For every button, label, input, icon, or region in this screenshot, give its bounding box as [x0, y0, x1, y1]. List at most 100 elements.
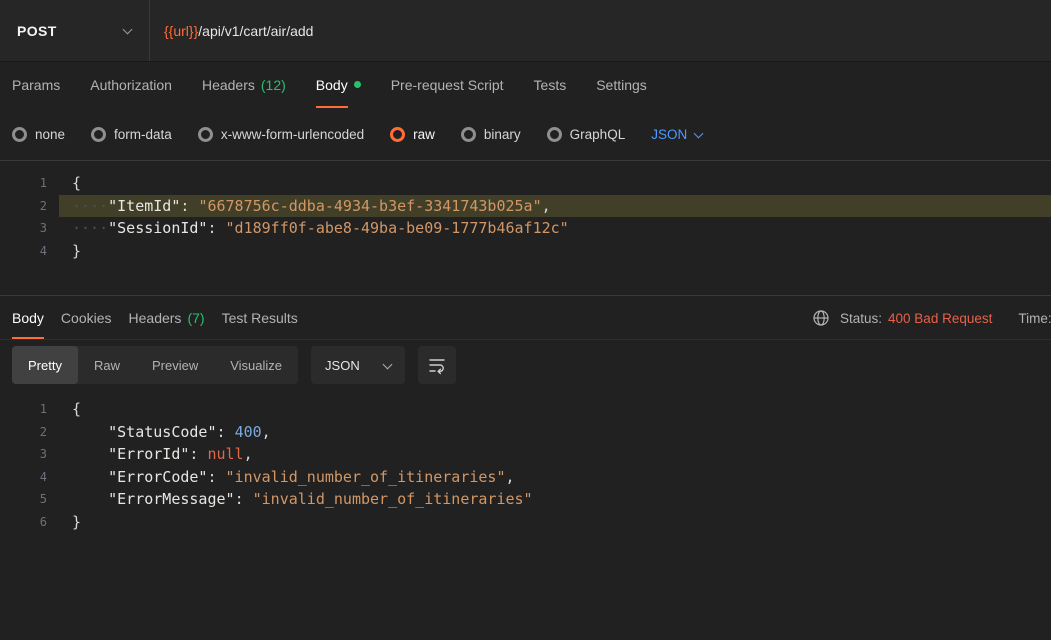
code-line[interactable]: 4} — [0, 240, 1051, 263]
view-pretty-button[interactable]: Pretty — [12, 346, 78, 384]
body-type-raw[interactable]: raw — [390, 126, 435, 142]
code-text: } — [72, 512, 82, 531]
radio-icon — [546, 126, 562, 142]
chevron-down-icon — [122, 24, 133, 34]
tab-label: Body — [12, 309, 44, 326]
tab-label: Tests — [533, 77, 567, 93]
radio-label: form-data — [114, 126, 172, 142]
code-line[interactable]: 1{ — [0, 398, 1051, 421]
response-tabs: Body Cookies Headers (7) Test Results St… — [0, 296, 1051, 340]
tab-label: Headers — [128, 309, 182, 326]
code-text: ···· "ItemId": "6678756c-ddba-4934-b3ef-3… — [59, 194, 1051, 217]
view-label: Raw — [93, 357, 120, 373]
request-url-bar: POST {{url}}/api/v1/cart/air/add — [0, 0, 1051, 62]
url-path: /api/v1/cart/air/add — [198, 22, 314, 39]
radio-label: GraphQL — [569, 126, 626, 142]
view-raw-button[interactable]: Raw — [78, 346, 136, 384]
wrap-lines-icon — [427, 355, 447, 375]
radio-icon — [91, 126, 107, 142]
tab-pre-request-script[interactable]: Pre-request Script — [391, 62, 504, 108]
tab-settings[interactable]: Settings — [596, 62, 647, 108]
tab-label: Test Results — [221, 309, 298, 326]
body-type-form-data[interactable]: form-data — [91, 126, 172, 142]
tab-authorization[interactable]: Authorization — [90, 62, 172, 108]
raw-language-dropdown[interactable]: JSON — [651, 126, 704, 142]
tab-params[interactable]: Params — [12, 62, 60, 108]
code-line[interactable]: 2 ···· "ItemId": "6678756c-ddba-4934-b3ef-… — [0, 194, 1051, 217]
code-line[interactable]: 3 "ErrorId": null, — [0, 443, 1051, 466]
response-meta: Status: 400 Bad Request Time: — [812, 296, 1051, 340]
tab-label: Settings — [596, 77, 647, 93]
response-body-viewer[interactable]: 1{2 "StatusCode": 400, 3 "ErrorId": null,… — [0, 388, 1051, 533]
response-language-dropdown[interactable]: JSON — [311, 346, 405, 384]
tab-label: Pre-request Script — [390, 77, 504, 93]
chevron-down-icon — [693, 128, 704, 138]
body-type-none[interactable]: none — [12, 126, 66, 142]
line-number: 4 — [39, 469, 47, 484]
modified-indicator-dot — [353, 80, 361, 88]
tab-label: Params — [12, 77, 61, 93]
code-text: ···· "SessionId": "d189ff0f-abe8-49ba-be0… — [72, 219, 569, 238]
view-label: Pretty — [28, 357, 62, 373]
code-line[interactable]: 2 "StatusCode": 400, — [0, 421, 1051, 444]
line-number: 5 — [39, 492, 47, 507]
body-type-x-www-form-urlencoded[interactable]: x-www-form-urlencoded — [197, 126, 364, 142]
code-text: } — [72, 241, 82, 260]
body-type-graphql[interactable]: GraphQL — [546, 126, 626, 142]
raw-language-label: JSON — [651, 126, 688, 142]
url-input[interactable]: {{url}}/api/v1/cart/air/add — [150, 0, 1051, 61]
headers-count-badge: (12) — [260, 77, 286, 93]
code-text: { — [72, 174, 82, 193]
radio-icon-selected — [390, 126, 406, 142]
tab-headers[interactable]: Headers (12) — [202, 62, 286, 108]
code-text: { — [72, 400, 82, 419]
response-view-switcher: Pretty Raw Preview Visualize — [12, 346, 299, 384]
headers-count-badge: (7) — [187, 309, 205, 326]
time-label: Time: — [1018, 310, 1051, 326]
line-number: 3 — [39, 447, 47, 462]
chevron-down-icon — [382, 359, 393, 369]
code-text: "StatusCode": 400, — [108, 422, 271, 441]
body-type-binary[interactable]: binary — [460, 126, 521, 142]
view-label: Visualize — [230, 357, 283, 373]
response-tab-body[interactable]: Body — [12, 296, 44, 339]
code-line[interactable]: 6} — [0, 511, 1051, 534]
url-variable: {{url}} — [164, 22, 199, 39]
tab-label: Headers — [201, 77, 255, 93]
response-tab-test-results[interactable]: Test Results — [222, 296, 298, 339]
tab-label: Cookies — [60, 309, 112, 326]
tab-tests[interactable]: Tests — [534, 62, 567, 108]
view-label: Preview — [151, 357, 199, 373]
code-line[interactable]: 1{ — [0, 172, 1051, 195]
body-type-selector: none form-data x-www-form-urlencoded raw… — [0, 108, 1051, 160]
radio-label: none — [35, 126, 66, 142]
method-dropdown[interactable]: POST — [0, 0, 150, 61]
line-number: 1 — [39, 176, 47, 191]
view-preview-button[interactable]: Preview — [136, 346, 214, 384]
response-tab-headers[interactable]: Headers (7) — [129, 296, 205, 339]
response-tab-cookies[interactable]: Cookies — [61, 296, 112, 339]
code-text: "ErrorId": null, — [108, 445, 253, 464]
request-tabs: Params Authorization Headers (12) Body P… — [0, 62, 1051, 108]
code-line[interactable]: 5 "ErrorMessage": "invalid_number_of_iti… — [0, 488, 1051, 511]
wrap-lines-button[interactable] — [417, 346, 456, 384]
line-number: 6 — [39, 514, 47, 529]
method-label: POST — [17, 22, 57, 39]
status-value: 400 Bad Request — [888, 310, 993, 326]
postman-request-view: POST {{url}}/api/v1/cart/air/add Params … — [0, 0, 1051, 533]
tab-body[interactable]: Body — [315, 62, 361, 108]
response-language-label: JSON — [325, 357, 360, 373]
radio-label: raw — [413, 126, 435, 142]
radio-icon — [197, 126, 213, 142]
code-line[interactable]: 4 "ErrorCode": "invalid_number_of_itiner… — [0, 466, 1051, 489]
radio-icon — [460, 126, 476, 142]
line-number: 1 — [39, 402, 47, 417]
network-globe-icon[interactable] — [812, 309, 830, 327]
radio-label: binary — [483, 126, 521, 142]
line-number: 2 — [39, 424, 47, 439]
code-line[interactable]: 3 ···· "SessionId": "d189ff0f-abe8-49ba-be… — [0, 217, 1051, 240]
tab-label: Authorization — [90, 77, 172, 93]
line-number: 3 — [39, 221, 47, 236]
request-body-editor[interactable]: 1{2 ···· "ItemId": "6678756c-ddba-4934-b3e… — [0, 161, 1051, 295]
view-visualize-button[interactable]: Visualize — [214, 346, 298, 384]
